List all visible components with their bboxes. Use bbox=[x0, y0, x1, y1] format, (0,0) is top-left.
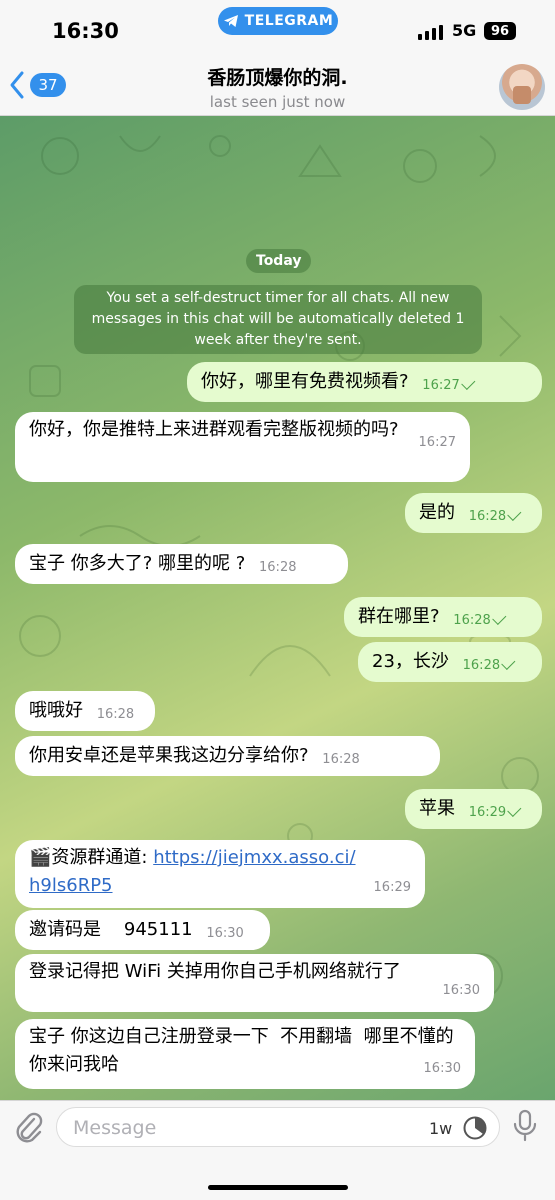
message-text: 23，长沙 bbox=[372, 651, 449, 672]
message-time: 16:30 bbox=[423, 1061, 461, 1076]
signal-icon bbox=[418, 22, 443, 40]
message-bubble[interactable]: 🎬资源群通道: https://jiejmxx.asso.ci/ h9ls6RP… bbox=[15, 840, 425, 908]
status-time: 16:30 bbox=[52, 19, 119, 43]
telegram-icon bbox=[223, 15, 238, 27]
microphone-icon[interactable] bbox=[512, 1109, 538, 1143]
message-text: 你好，你是推特上来进群观看完整版视频的吗? bbox=[29, 419, 399, 440]
message-text: 哦哦好 bbox=[29, 700, 83, 721]
message-bubble[interactable]: 是的 16:28 bbox=[405, 493, 542, 533]
chat-header: 37 香肠顶爆你的洞. last seen just now bbox=[0, 56, 555, 116]
message-time: 16:30 bbox=[442, 983, 480, 998]
message-time: 16:27 bbox=[422, 372, 476, 400]
message-time: 16:28 bbox=[469, 503, 522, 531]
message-time: 16:28 bbox=[322, 752, 360, 767]
message-text: 苹果 bbox=[419, 798, 455, 819]
message-bubble[interactable]: 哦哦好 16:28 bbox=[15, 691, 155, 731]
message-bubble[interactable]: 你好，哪里有免费视频看? 16:27 bbox=[187, 362, 542, 402]
timer-label: 1w bbox=[429, 1119, 453, 1138]
message-bubble[interactable]: 群在哪里? 16:28 bbox=[344, 597, 542, 637]
message-time: 16:28 bbox=[96, 707, 135, 722]
telegram-pill-label: TELEGRAM bbox=[244, 13, 334, 29]
message-time: 16:29 bbox=[373, 880, 411, 895]
timer-icon[interactable] bbox=[462, 1115, 488, 1141]
battery-indicator: 96 bbox=[484, 22, 516, 40]
message-time: 16:28 bbox=[463, 652, 516, 680]
message-input[interactable]: Message 1w bbox=[56, 1107, 500, 1147]
read-check-icon bbox=[491, 610, 507, 625]
read-check-icon bbox=[460, 375, 476, 390]
message-text: 宝子 你这边自己注册登录一下 不用翻墙 哪里不懂的你来问我哈 bbox=[29, 1026, 454, 1075]
read-check-icon bbox=[507, 802, 522, 817]
message-input-bar: Message 1w bbox=[0, 1100, 555, 1200]
paperclip-icon[interactable] bbox=[14, 1111, 44, 1145]
home-indicator[interactable] bbox=[208, 1185, 348, 1190]
message-bubble[interactable]: 宝子 你多大了? 哪里的呢 ? 16:28 bbox=[15, 544, 348, 584]
message-text: 你好，哪里有免费视频看? bbox=[201, 371, 409, 392]
resource-link-continued[interactable]: h9ls6RP5 bbox=[29, 875, 113, 896]
avatar[interactable] bbox=[499, 64, 545, 110]
read-check-icon bbox=[501, 655, 516, 670]
date-separator: Today bbox=[246, 249, 312, 273]
message-bubble[interactable]: 宝子 你这边自己注册登录一下 不用翻墙 哪里不懂的你来问我哈 16:30 bbox=[15, 1019, 475, 1089]
network-label: 5G bbox=[452, 21, 477, 40]
telegram-pill[interactable]: TELEGRAM bbox=[218, 7, 338, 35]
resource-link[interactable]: https://jiejmxx.asso.ci/ bbox=[153, 847, 355, 868]
service-message: You set a self-destruct timer for all ch… bbox=[74, 285, 482, 354]
message-time: 16:29 bbox=[469, 799, 522, 827]
chat-area[interactable]: Today You set a self-destruct timer for … bbox=[0, 116, 555, 1100]
message-text: 🎬资源群通道: bbox=[29, 847, 154, 868]
message-time: 16:28 bbox=[453, 607, 507, 635]
last-seen-status: last seen just now bbox=[209, 93, 346, 111]
message-text: 群在哪里? bbox=[358, 606, 440, 627]
message-bubble[interactable]: 23，长沙 16:28 bbox=[358, 642, 542, 682]
message-text: 你用安卓还是苹果我这边分享给你? bbox=[29, 745, 309, 766]
message-bubble[interactable]: 你用安卓还是苹果我这边分享给你? 16:28 bbox=[15, 736, 440, 776]
message-time: 16:30 bbox=[206, 926, 244, 941]
message-bubble[interactable]: 邀请码是 945111 16:30 bbox=[15, 910, 270, 950]
chat-title[interactable]: 香肠顶爆你的洞. bbox=[0, 63, 555, 90]
status-bar: 16:30 TELEGRAM 5G 96 bbox=[0, 0, 555, 56]
message-placeholder: Message bbox=[73, 1117, 157, 1139]
message-bubble[interactable]: 你好，你是推特上来进群观看完整版视频的吗? 16:27 bbox=[15, 412, 470, 482]
message-text: 是的 bbox=[419, 502, 455, 523]
message-text: 宝子 你多大了? 哪里的呢 ? bbox=[29, 553, 246, 574]
message-text: 登录记得把 WiFi 关掉用你自己手机网络就行了 bbox=[29, 961, 401, 982]
message-time: 16:28 bbox=[259, 560, 297, 575]
read-check-icon bbox=[507, 506, 522, 521]
message-bubble[interactable]: 登录记得把 WiFi 关掉用你自己手机网络就行了 16:30 bbox=[15, 954, 494, 1012]
message-text: 邀请码是 945111 bbox=[29, 919, 193, 940]
message-bubble[interactable]: 苹果 16:29 bbox=[405, 789, 542, 829]
